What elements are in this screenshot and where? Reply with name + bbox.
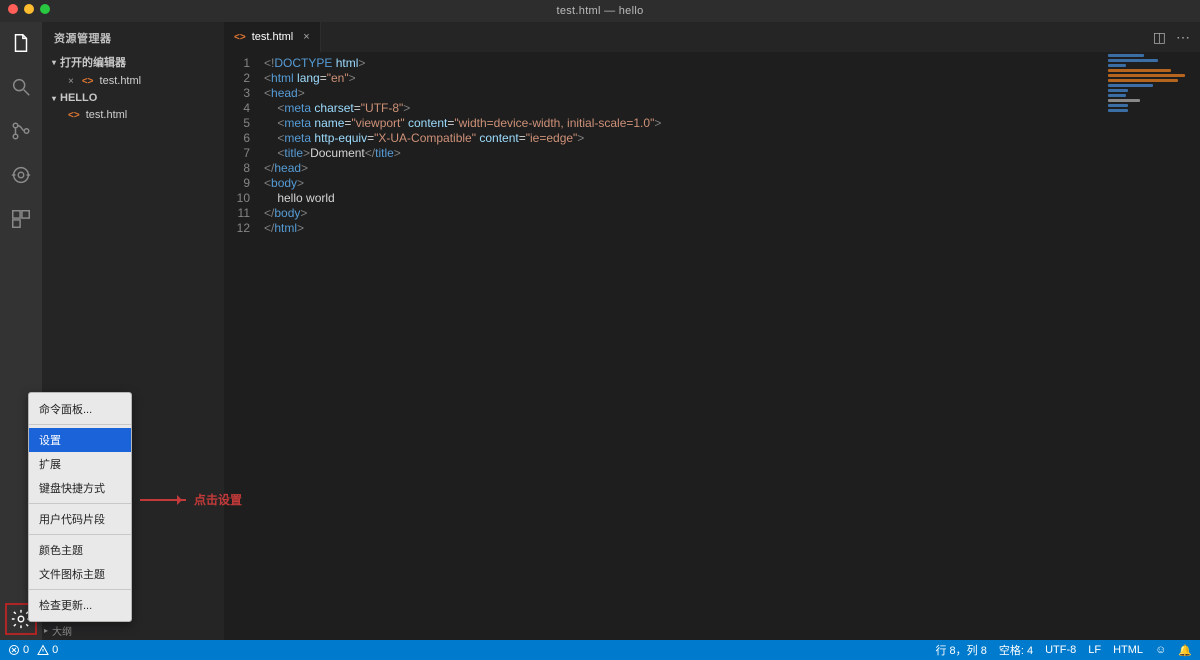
code-line[interactable]: <body> <box>264 176 661 191</box>
line-number: 9 <box>224 176 250 191</box>
line-number: 4 <box>224 101 250 116</box>
line-number: 3 <box>224 86 250 101</box>
file-tree-item[interactable]: <> test.html <box>42 106 224 124</box>
warnings-indicator[interactable]: 0 <box>37 644 58 656</box>
code-editor[interactable]: 123456789101112 <!DOCTYPE html><html lan… <box>224 52 1200 640</box>
sidebar-title: 资源管理器 <box>42 22 224 52</box>
eol-status[interactable]: LF <box>1088 644 1101 656</box>
menu-item[interactable]: 文件图标主题 <box>29 562 131 586</box>
code-line[interactable]: hello world <box>264 191 661 206</box>
html-file-icon: <> <box>234 32 246 43</box>
open-editor-item[interactable]: × <> test.html <box>42 72 224 90</box>
code-line[interactable]: <title>Document</title> <box>264 146 661 161</box>
code-line[interactable]: <html lang="en"> <box>264 71 661 86</box>
workspace-section[interactable]: ▾ HELLO <box>42 90 224 106</box>
feedback-icon[interactable]: ☺ <box>1155 644 1166 656</box>
line-number: 5 <box>224 116 250 131</box>
close-icon[interactable]: × <box>68 76 74 87</box>
line-number: 10 <box>224 191 250 206</box>
debug-icon[interactable] <box>8 162 34 188</box>
chevron-down-icon: ▾ <box>52 58 56 67</box>
arrow-icon <box>140 499 186 501</box>
minimize-window-icon[interactable] <box>24 4 34 14</box>
language-mode[interactable]: HTML <box>1113 644 1143 656</box>
line-number: 1 <box>224 56 250 71</box>
file-tree-filename: test.html <box>86 109 128 121</box>
code-line[interactable]: <head> <box>264 86 661 101</box>
cursor-position[interactable]: 行 8，列 8 <box>936 642 987 658</box>
search-icon[interactable] <box>8 74 34 100</box>
split-editor-icon[interactable]: ◫ <box>1153 29 1166 46</box>
html-file-icon: <> <box>82 76 94 87</box>
chevron-right-icon: ▸ <box>44 626 48 635</box>
maximize-window-icon[interactable] <box>40 4 50 14</box>
window-controls[interactable] <box>8 4 50 14</box>
status-bar: 0 0 行 8，列 8 空格: 4 UTF-8 LF HTML ☺ 🔔 <box>0 640 1200 660</box>
menu-separator <box>29 424 131 425</box>
tab-label: test.html <box>252 31 294 43</box>
code-content[interactable]: <!DOCTYPE html><html lang="en"><head> <m… <box>258 52 661 640</box>
line-number: 8 <box>224 161 250 176</box>
line-number: 6 <box>224 131 250 146</box>
editor-group: <> test.html × ◫ ⋯ 123456789101112 <!DOC… <box>224 22 1200 640</box>
line-number: 7 <box>224 146 250 161</box>
minimap[interactable] <box>1108 54 1198 124</box>
code-line[interactable]: </head> <box>264 161 661 176</box>
tab-test-html[interactable]: <> test.html × <box>224 22 321 52</box>
line-number-gutter: 123456789101112 <box>224 52 258 640</box>
code-line[interactable]: </html> <box>264 221 661 236</box>
errors-indicator[interactable]: 0 <box>8 644 29 656</box>
settings-context-menu[interactable]: 命令面板... 设置扩展键盘快捷方式用户代码片段颜色主题文件图标主题检查更新... <box>28 392 132 622</box>
code-line[interactable]: <!DOCTYPE html> <box>264 56 661 71</box>
encoding-status[interactable]: UTF-8 <box>1045 644 1076 656</box>
extensions-icon[interactable] <box>8 206 34 232</box>
annotation-arrow: 点击设置 <box>140 491 242 508</box>
open-editors-section[interactable]: ▾ 打开的编辑器 <box>42 52 224 72</box>
line-number: 12 <box>224 221 250 236</box>
menu-item[interactable]: 扩展 <box>29 452 131 476</box>
title-bar: test.html — hello <box>0 0 1200 22</box>
menu-item[interactable]: 检查更新... <box>29 593 131 617</box>
menu-item[interactable]: 命令面板... <box>29 397 131 421</box>
open-editor-filename: test.html <box>100 75 142 87</box>
line-number: 11 <box>224 206 250 221</box>
line-number: 2 <box>224 71 250 86</box>
menu-item[interactable]: 键盘快捷方式 <box>29 476 131 500</box>
window-title: test.html — hello <box>556 5 643 17</box>
code-line[interactable]: <meta name="viewport" content="width=dev… <box>264 116 661 131</box>
menu-item[interactable]: 设置 <box>29 428 131 452</box>
explorer-icon[interactable] <box>8 30 34 56</box>
more-actions-icon[interactable]: ⋯ <box>1176 29 1190 46</box>
menu-separator <box>29 589 131 590</box>
indentation-status[interactable]: 空格: 4 <box>999 642 1033 658</box>
close-window-icon[interactable] <box>8 4 18 14</box>
menu-item[interactable]: 用户代码片段 <box>29 507 131 531</box>
annotation-text: 点击设置 <box>194 491 242 508</box>
code-line[interactable]: </body> <box>264 206 661 221</box>
html-file-icon: <> <box>68 110 80 121</box>
editor-tabs: <> test.html × ◫ ⋯ <box>224 22 1200 52</box>
source-control-icon[interactable] <box>8 118 34 144</box>
code-line[interactable]: <meta http-equiv="X-UA-Compatible" conte… <box>264 131 661 146</box>
outline-section[interactable]: ▸ 大纲 <box>44 623 72 638</box>
notifications-icon[interactable]: 🔔 <box>1178 644 1192 657</box>
code-line[interactable]: <meta charset="UTF-8"> <box>264 101 661 116</box>
menu-separator <box>29 503 131 504</box>
menu-separator <box>29 534 131 535</box>
close-icon[interactable]: × <box>303 31 309 43</box>
menu-item[interactable]: 颜色主题 <box>29 538 131 562</box>
chevron-down-icon: ▾ <box>52 94 56 103</box>
